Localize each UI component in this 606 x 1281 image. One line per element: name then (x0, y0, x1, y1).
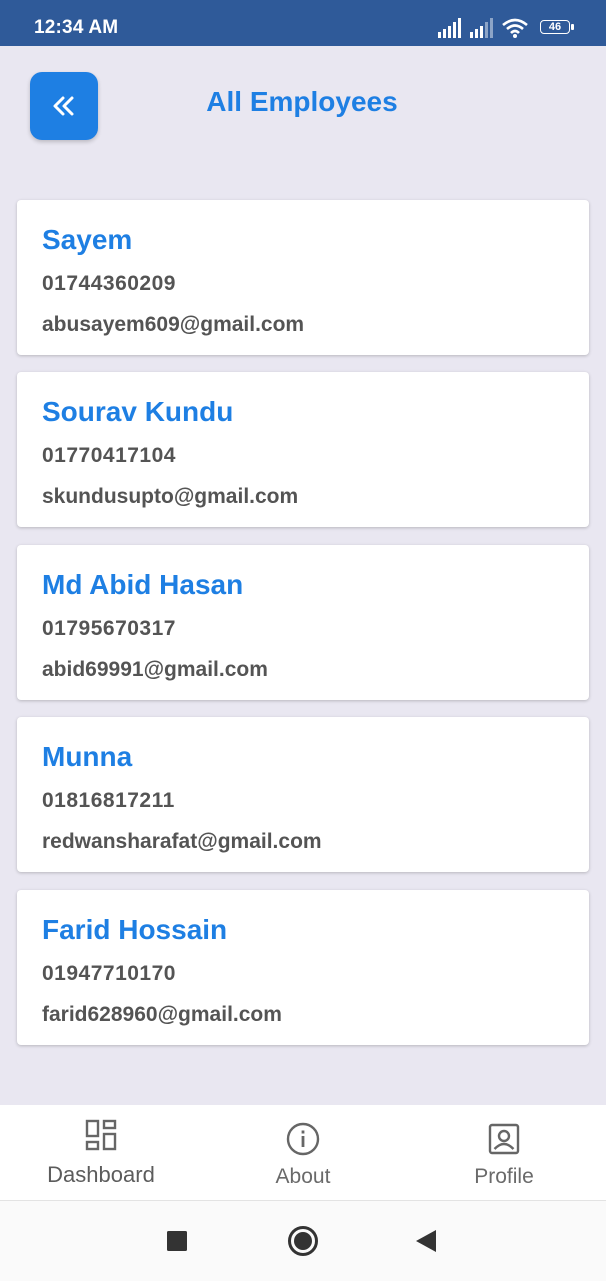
employee-phone: 01744360209 (42, 272, 176, 295)
employee-name: Farid Hossain (42, 914, 228, 945)
signal-icon-2 (470, 18, 493, 38)
circle-icon (288, 1226, 318, 1256)
employee-email: abid69991@gmail.com (42, 658, 268, 681)
employee-phone: 01816817211 (42, 789, 175, 812)
employee-card[interactable]: Munna 01816817211 redwansharafat@gmail.c… (17, 717, 589, 872)
nav-profile[interactable]: Profile (444, 1105, 564, 1200)
info-icon (286, 1122, 320, 1156)
dashboard-icon (85, 1119, 117, 1151)
battery-level: 46 (548, 21, 562, 33)
battery-icon: 46 (540, 20, 574, 36)
nav-dashboard[interactable]: Dashboard (25, 1105, 177, 1200)
nav-dashboard-label: Dashboard (47, 1162, 155, 1187)
back-nav-button[interactable] (415, 1229, 437, 1258)
nav-profile-label: Profile (474, 1165, 534, 1188)
status-time: 12:34 AM (34, 17, 119, 38)
employee-card[interactable]: Md Abid Hasan 01795670317 abid69991@gmai… (17, 545, 589, 700)
employee-phone: 01770417104 (42, 444, 176, 467)
status-bar: 12:34 AM 46 (0, 0, 606, 46)
employee-phone: 01795670317 (42, 617, 176, 640)
triangle-back-icon (416, 1230, 436, 1252)
profile-icon (488, 1123, 520, 1155)
nav-about-label: About (275, 1165, 331, 1188)
employee-card[interactable]: Sourav Kundu 01770417104 skundusupto@gma… (17, 372, 589, 527)
employee-name: Sourav Kundu (42, 396, 234, 427)
employee-email: farid628960@gmail.com (42, 1003, 282, 1026)
employee-card[interactable]: Sayem 01744360209 abusayem609@gmail.com (17, 200, 589, 355)
employee-name: Sayem (42, 224, 133, 255)
square-icon (167, 1231, 187, 1251)
employee-email: skundusupto@gmail.com (42, 485, 299, 508)
employee-phone: 01947710170 (42, 962, 176, 985)
nav-about[interactable]: About (243, 1105, 363, 1200)
system-nav-bar (0, 1200, 606, 1281)
employee-card[interactable]: Farid Hossain 01947710170 farid628960@gm… (17, 890, 589, 1045)
page-title: All Employees (206, 86, 398, 117)
employee-name: Md Abid Hasan (42, 569, 244, 600)
home-button[interactable] (287, 1225, 319, 1262)
recents-button[interactable] (167, 1231, 187, 1256)
wifi-icon (502, 18, 528, 38)
employee-email: abusayem609@gmail.com (42, 313, 305, 336)
employee-name: Munna (42, 741, 133, 772)
employee-email: redwansharafat@gmail.com (42, 830, 322, 853)
signal-icon (438, 18, 461, 38)
bottom-nav: Dashboard About Profile (0, 1105, 606, 1200)
